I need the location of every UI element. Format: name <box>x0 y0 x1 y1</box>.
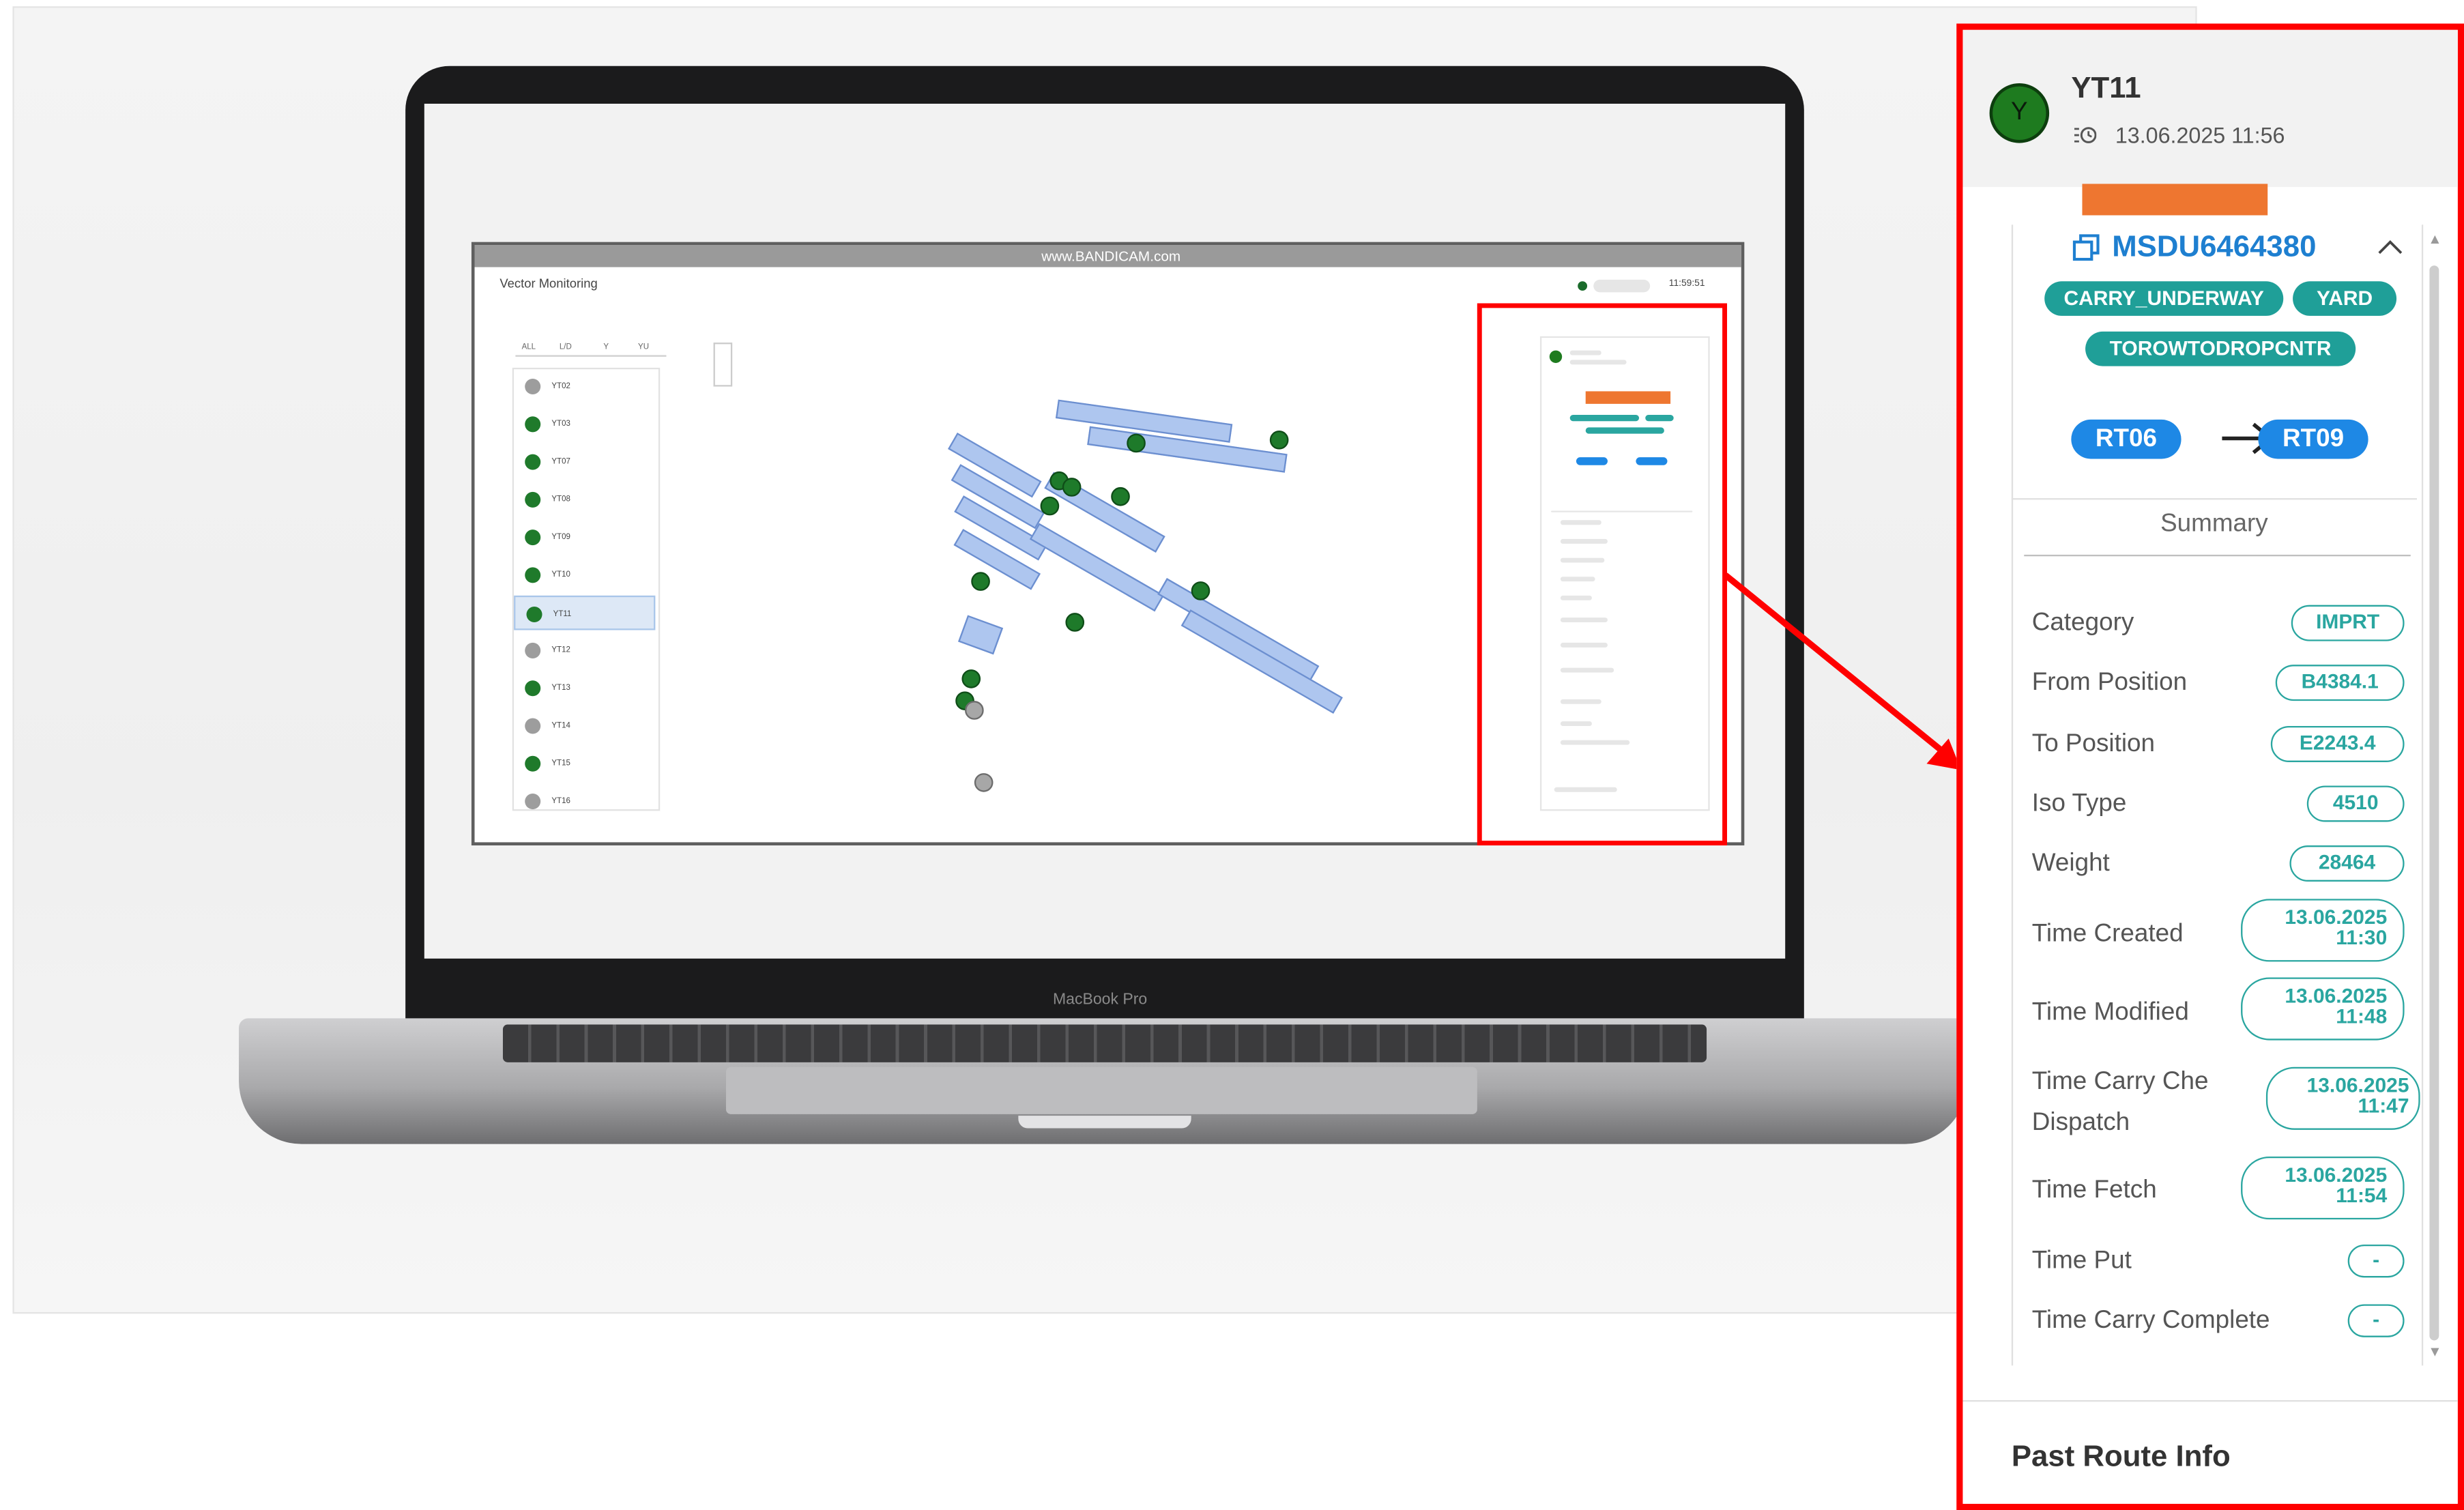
field-value: 13.06.2025 11:48 <box>2241 977 2405 1041</box>
vehicle-detail-panel: Y YT11 13.06.2025 11:56 MSDU6464380 CARR… <box>1956 23 2464 1510</box>
status-tag: CARRY_UNDERWAY <box>2044 281 2284 316</box>
value-time: 11:54 <box>2336 1183 2388 1207</box>
field-label: Time Carry Che <box>2031 1069 2209 1096</box>
value-time: 11:47 <box>2358 1093 2409 1118</box>
field-label: Category <box>2031 609 2134 637</box>
field-label: Time Created <box>2031 920 2184 948</box>
field-value: 13.06.2025 11:30 <box>2241 899 2405 962</box>
scrollbar-thumb[interactable] <box>2429 265 2439 1341</box>
value-time: 11:30 <box>2336 925 2388 950</box>
route-to-badge: RT09 <box>2258 419 2368 459</box>
scroll-down-icon[interactable]: ▼ <box>2428 1344 2442 1359</box>
field-value: 4510 <box>2306 785 2405 822</box>
field-label: Time Modified <box>2031 999 2189 1026</box>
route-from-badge: RT06 <box>2071 419 2182 459</box>
field-label: Time Put <box>2031 1247 2132 1275</box>
value-time: 11:48 <box>2336 1004 2388 1028</box>
field-value: E2243.4 <box>2270 725 2405 762</box>
copy-icon[interactable] <box>2071 233 2102 264</box>
vehicle-avatar: Y <box>1989 83 2050 143</box>
scroll-up-icon[interactable]: ▲ <box>2428 231 2442 247</box>
chevron-up-icon[interactable] <box>2377 239 2403 255</box>
field-label: Time Fetch <box>2031 1176 2157 1204</box>
field-value: B4384.1 <box>2275 665 2405 701</box>
container-number[interactable]: MSDU6464380 <box>2112 231 2316 266</box>
vehicle-id: YT11 <box>2071 72 2141 106</box>
field-value: 13.06.2025 11:54 <box>2241 1157 2405 1220</box>
field-value: - <box>2347 1244 2405 1278</box>
field-label: To Position <box>2031 730 2156 758</box>
field-label: Weight <box>2031 850 2110 877</box>
redaction-bar <box>2082 184 2268 216</box>
field-value: - <box>2347 1304 2405 1337</box>
status-tag: TOROWTODROPCNTR <box>2085 331 2356 366</box>
field-value: IMPRT <box>2291 605 2405 641</box>
past-route-info[interactable]: Past Route Info <box>2012 1441 2231 1476</box>
divider <box>1962 1399 2458 1402</box>
divider <box>2024 554 2411 557</box>
clock-icon <box>2074 127 2097 143</box>
field-value: 28464 <box>2289 845 2405 882</box>
scene: MacBook Pro www.BANDICAM.com Vector Moni… <box>0 0 2464 1510</box>
field-label: From Position <box>2031 669 2188 697</box>
field-value: 13.06.2025 11:47 <box>2265 1066 2420 1130</box>
field-label: Time Carry Complete <box>2031 1307 2270 1335</box>
summary-heading: Summary <box>2160 510 2268 538</box>
vehicle-timestamp: 13.06.2025 11:56 <box>2115 122 2285 148</box>
status-tag: YARD <box>2293 281 2397 316</box>
field-label: Dispatch <box>2031 1109 2130 1137</box>
field-label: Iso Type <box>2031 790 2127 817</box>
divider <box>2011 498 2418 500</box>
